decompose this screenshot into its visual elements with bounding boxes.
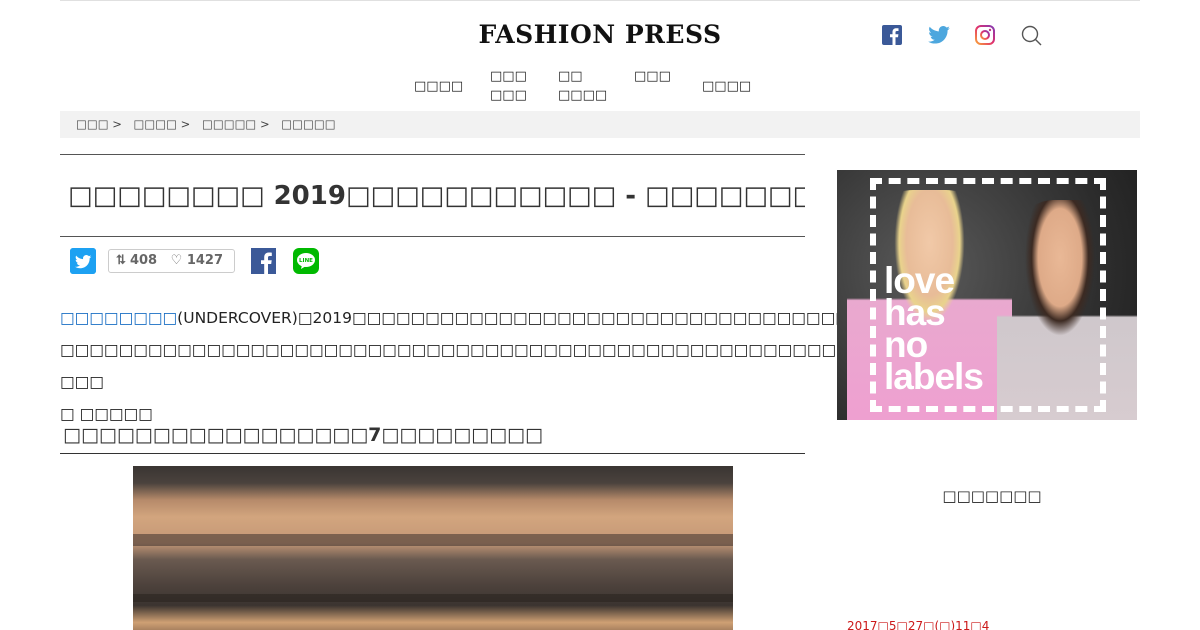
nav-item-label: □□□□ — [558, 88, 608, 103]
nav-item-label: □□□□ — [414, 79, 464, 94]
header-top-rule — [60, 0, 1140, 1]
site-logo[interactable]: FASHION PRESS — [0, 20, 1200, 49]
ad-slogan-line: labels — [884, 356, 984, 397]
nav-item-label: □□□ — [490, 88, 527, 103]
nav-item-4[interactable]: □□□ — [634, 67, 671, 86]
like-count: 1427 — [186, 253, 224, 268]
breadcrumb: □□□ > □□□□ > □□□□□ > □□□□□ — [60, 111, 1140, 138]
nav-item-5[interactable]: □□□□ — [702, 77, 751, 96]
line-share-icon[interactable]: LINE — [293, 248, 319, 274]
retweet-count: 408 — [129, 253, 158, 268]
nav-item-label: □□□□ — [702, 79, 752, 94]
nav-item-1[interactable]: □□□□ — [414, 77, 463, 96]
share-counts[interactable]: ⮁ 408 ♡ 1427 — [108, 249, 235, 273]
title-bottom-rule — [60, 236, 805, 237]
sidebar-ad-banner[interactable]: love has no labels — [837, 170, 1137, 420]
breadcrumb-item[interactable]: □□□□ > — [134, 117, 191, 131]
sidebar-label: □□□□□□□ — [942, 487, 1042, 505]
facebook-share-icon[interactable] — [251, 248, 276, 274]
photo-detail — [133, 594, 733, 602]
article-body-line: □□□□□□□□(UNDERCOVER)□2019□□□□□□□□□□□□□□□… — [60, 302, 1099, 334]
article-body-line: □□□□□□□□□□□□□□□□□□□□□□□□□□□□□□□□□□□□□□□□… — [60, 341, 925, 391]
instagram-icon[interactable] — [975, 25, 995, 45]
retweet-icon: ⮁ — [115, 253, 126, 268]
article-photo[interactable] — [133, 466, 733, 630]
nav-item-2[interactable]: □□□ □□□ — [490, 67, 527, 105]
article-body: □□□□□□□□(UNDERCOVER)□2019□□□□□□□□□□□□□□□… — [60, 302, 1099, 430]
ad-slogan: love has no labels — [884, 262, 984, 397]
search-icon[interactable] — [1021, 25, 1042, 46]
nav-item-label: □□□ — [490, 69, 527, 84]
nav-item-label: □□ — [558, 69, 583, 84]
svg-text:LINE: LINE — [299, 258, 313, 264]
breadcrumb-current: □□□□□ — [281, 117, 336, 131]
twitter-share-icon[interactable] — [70, 248, 96, 274]
facebook-icon[interactable] — [882, 25, 902, 45]
nav-item-label: □□□ — [634, 69, 671, 84]
like-icon: ♡ — [170, 253, 183, 268]
section-heading: □□□□□□□□□□□□□□□□□7□□□□□□□□□ — [60, 419, 805, 454]
photo-detail — [133, 534, 733, 546]
nav-item-3[interactable]: □□ □□□□ — [558, 67, 607, 105]
main-nav: □□□□ □□□ □□□ □□ □□□□ □□□ □□□□ — [0, 66, 1200, 108]
article-title: □□□□□□□□ 2019□□□□□□□□□□□ - □□□□□□□□□□□□□… — [68, 181, 805, 211]
breadcrumb-item[interactable]: □□□ > — [76, 117, 122, 131]
sidebar-date[interactable]: 2017□5□27□(□)11□4 — [847, 619, 989, 630]
breadcrumb-item[interactable]: □□□□□ > — [202, 117, 270, 131]
article: □□□□□□□□ 2019□□□□□□□□□□□ - □□□□□□□□□□□□□… — [60, 154, 1099, 630]
twitter-icon[interactable] — [928, 26, 950, 44]
brand-link[interactable]: □□□□□□□□ — [60, 309, 177, 327]
